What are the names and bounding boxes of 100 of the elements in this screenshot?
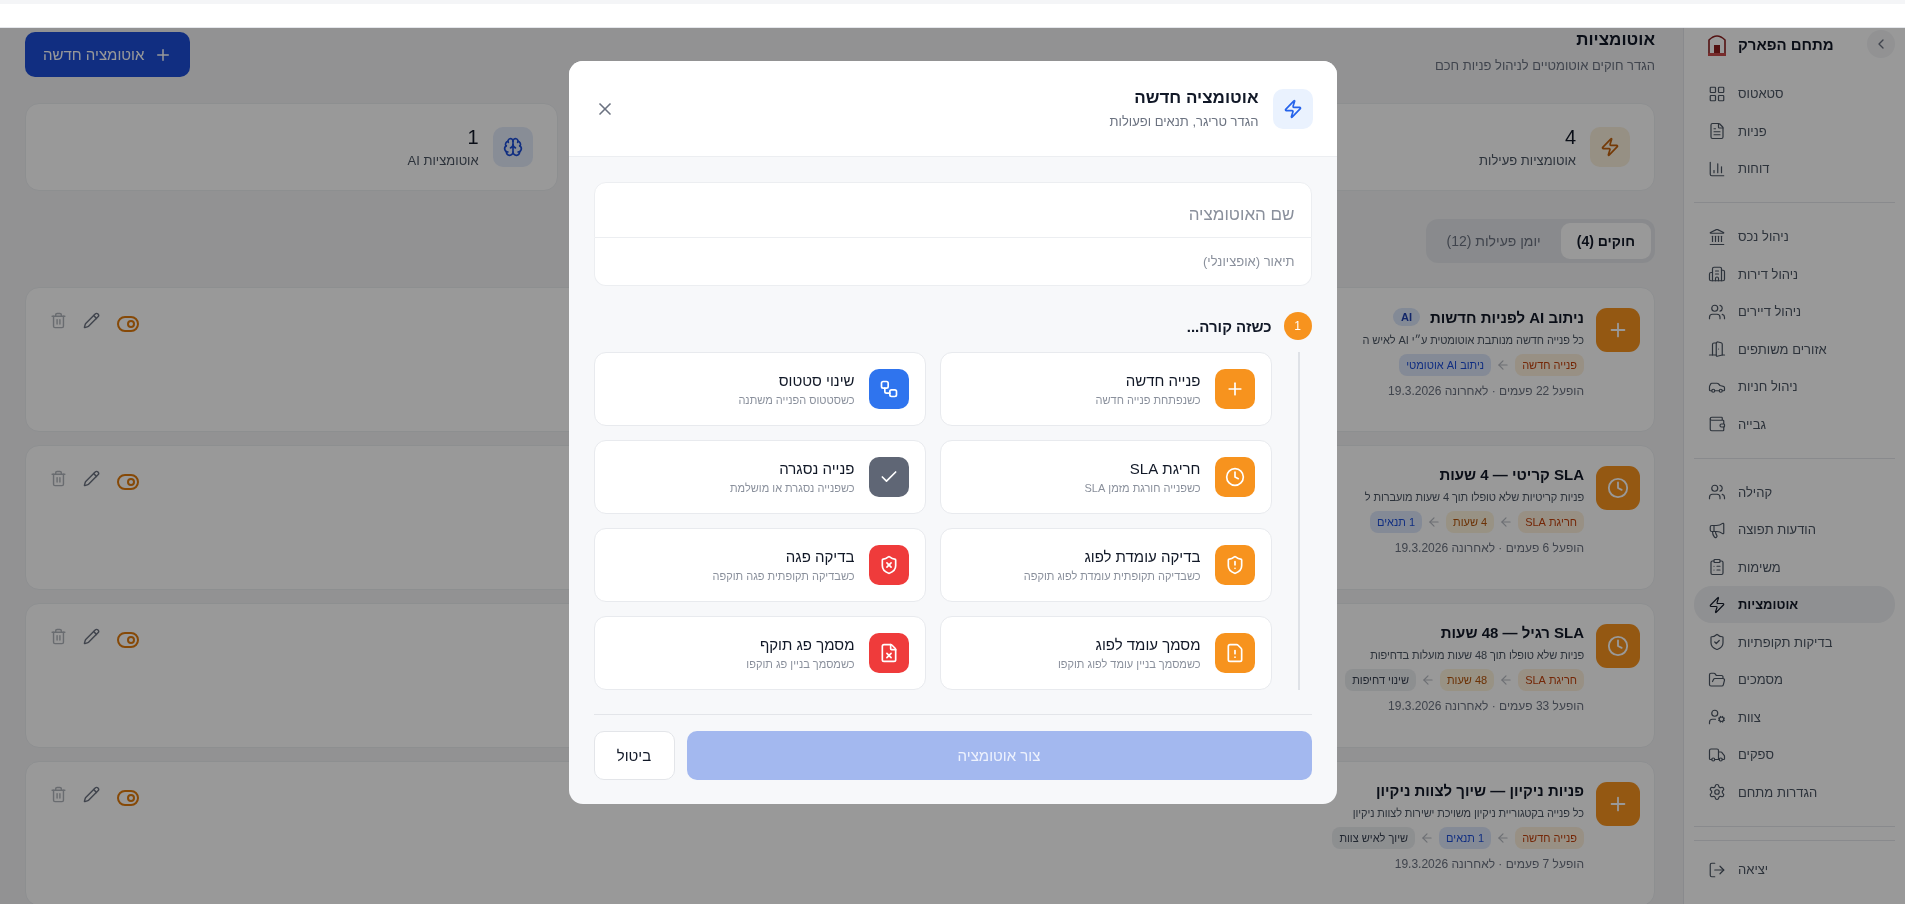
sidebar-item[interactable]: ניהול דירות (1694, 255, 1895, 293)
clock-icon (1596, 624, 1640, 668)
stat-label: אוטומציות AI (407, 153, 479, 168)
sidebar-item[interactable]: בדיקות תקופתיות (1694, 623, 1895, 661)
trigger-option[interactable]: חריגת SLA כשפנייה חורגת מזמן SLA (939, 440, 1272, 514)
truck-icon (1708, 745, 1726, 764)
description-input-field[interactable]: תיאור (אופציונלי) (593, 238, 1312, 286)
sidebar-item[interactable]: הגדרות מתחם (1694, 773, 1895, 811)
rule-description: פניות קריטיות שלא טופלו תוך 4 שעות מועברות ל (1364, 491, 1584, 503)
trigger-description: כשפנייה חורגת מזמן SLA (1084, 482, 1201, 494)
dialog-title: אוטומציה חדשה (1133, 88, 1259, 108)
lightning-icon (1272, 88, 1313, 129)
users-icon (1708, 302, 1726, 321)
edit-button[interactable] (81, 784, 102, 805)
rule-description: כל פנייה בקטגוריית ניקיון משויכת ישירות לצוות ניקיון (1352, 807, 1584, 819)
trigger-option[interactable]: פנייה נסגרה כשפנייה נסגרת או מושלמת (593, 440, 926, 514)
settings-icon (1708, 783, 1726, 801)
tab[interactable]: חוקים (4) (1560, 223, 1651, 259)
trigger-description: כשמסמך בניין עומד לפוג תוקפו (1057, 658, 1201, 670)
folder-icon (1708, 670, 1726, 689)
stat-value: 1 (466, 126, 479, 149)
cancel-button[interactable]: ביטול (593, 731, 675, 780)
trigger-title: פנייה נסגרה (778, 460, 855, 477)
rule-chip: 1 תנאים (1439, 827, 1492, 849)
name-input-field[interactable]: שם האוטומציה (593, 182, 1312, 238)
sidebar-item[interactable]: דוחות (1694, 150, 1895, 187)
rule-chip: 48 שעות (1439, 669, 1495, 691)
step-label: כשזה קורה... (1186, 317, 1272, 335)
trigger-option[interactable]: פנייה חדשה כשנפתחת פנייה חדשה (939, 352, 1272, 426)
plus-icon (1596, 308, 1640, 352)
brain-icon (492, 127, 533, 167)
trigger-description: כשנפתחת פנייה חדשה (1095, 394, 1201, 406)
trigger-option[interactable]: בדיקה פגה כשבדיקה תקופתית פגה תוקפה (593, 528, 926, 602)
sidebar-item[interactable]: פניות (1694, 112, 1895, 150)
rule-description: פניות שלא טופלו תוך 48 שעות מועלות בדחיפות (1370, 649, 1584, 661)
edit-button[interactable] (81, 468, 102, 489)
sidebar-item[interactable]: קהילה (1694, 473, 1895, 511)
sidebar-item[interactable]: הודעות תפוצה (1694, 511, 1895, 548)
building-icon (1708, 265, 1726, 283)
dialog-subtitle: הגדר טריגר, תנאים ופעולות (1108, 114, 1259, 129)
grid-icon (1708, 84, 1726, 103)
step-number: 1 (1283, 312, 1312, 340)
sidebar-item[interactable]: ניהול דיירים (1694, 293, 1895, 330)
rule-description: כל פנייה חדשה מנותבת אוטומטית ע״י AI לאיש ה (1362, 334, 1584, 346)
bank-icon (1708, 227, 1726, 246)
sidebar-item[interactable]: מסמכים (1694, 661, 1895, 698)
rule-chip: פנייה חדשה (1515, 354, 1584, 376)
trigger-title: שינוי סטטוס (777, 372, 855, 389)
trigger-description: כשבדיקה תקופתית פגה תוקפה (712, 570, 855, 582)
door-icon (1708, 340, 1726, 358)
trigger-option[interactable]: בדיקה עומדת לפוג כשבדיקה תקופתית עומדת לפוג תוקפה (939, 528, 1272, 602)
trigger-description: כשסטטוס הפנייה משתנה (738, 394, 855, 406)
trigger-description: כשפנייה נסגרת או מושלמת (730, 482, 855, 494)
trigger-title: חריגת SLA (1128, 460, 1201, 477)
rule-chip: שיוך לאיש צוות (1332, 827, 1416, 849)
arrow-icon (1420, 673, 1435, 687)
rule-meta: הופעל 33 פעמים · לאחרונה 19.3.2026 (1388, 699, 1584, 713)
trigger-option[interactable]: שינוי סטטוס כשסטטוס הפנייה משתנה (593, 352, 926, 426)
trigger-title: מסמך עומד לפוג (1094, 636, 1201, 653)
trigger-title: מסמך פג תוקף (758, 636, 855, 653)
trigger-title: בדיקה פגה (784, 548, 855, 565)
document-icon (1708, 122, 1726, 140)
stat-value: 4 (1563, 126, 1576, 149)
sidebar-item[interactable]: משימות (1694, 548, 1895, 586)
bar-chart-icon (1708, 159, 1726, 178)
sidebar-item[interactable]: ניהול חניות (1694, 368, 1895, 405)
sidebar-title: מתחם הפארק (1738, 35, 1835, 53)
edit-button[interactable] (81, 310, 102, 331)
shield-check-icon (1708, 633, 1726, 651)
trigger-title: פנייה חדשה (1124, 372, 1201, 389)
edit-button[interactable] (81, 626, 102, 647)
tab[interactable]: יומן פעילות (12) (1430, 223, 1557, 259)
page-title: אוטומציות (1575, 30, 1655, 50)
sidebar-item[interactable]: אוטומציות (1694, 586, 1895, 623)
sidebar-item[interactable]: גבייה (1694, 405, 1895, 443)
clock-icon (1596, 466, 1640, 510)
sidebar-item[interactable]: צוות (1694, 698, 1895, 736)
rule-meta: הופעל 22 פעמים · לאחרונה 19.3.2026 (1388, 384, 1584, 398)
arrow-icon (1427, 515, 1442, 529)
plus-icon (1596, 782, 1640, 826)
page-subtitle: הגדר חוקים אוטומטיים לניהול פניות חכם (1434, 58, 1655, 73)
rule-title: פניות ניקיון — שיוך לצוות ניקיון (1376, 782, 1584, 799)
arrow-icon (1496, 358, 1511, 372)
sidebar-item[interactable]: אזורים משותפים (1694, 330, 1895, 368)
rule-chip: שינוי דחיפות (1345, 669, 1416, 691)
rule-title: SLA רגיל — 48 שעות (1440, 624, 1584, 641)
wallet-icon (1708, 415, 1726, 433)
rule-meta: הופעל 6 פעמים · לאחרונה 19.3.2026 (1394, 541, 1584, 555)
new-automation-button[interactable]: אוטומציה חדשה (25, 32, 191, 77)
sidebar-item[interactable]: סטאטוס (1694, 75, 1895, 112)
rule-chip: ניתוב AI אוטומטי (1399, 354, 1492, 376)
rule-title: SLA קריטי — 4 שעות (1439, 466, 1584, 483)
sidebar-item[interactable]: ספקים (1694, 736, 1895, 773)
trigger-option[interactable]: מסמך עומד לפוג כשמסמך בניין עומד לפוג תוקפו (939, 616, 1272, 690)
logout-button[interactable]: יציאה (1694, 851, 1783, 888)
sidebar-item[interactable]: ניהול נכס (1694, 218, 1895, 255)
trigger-option[interactable]: מסמך פג תוקף כשמסמך בניין פג תוקפו (593, 616, 926, 690)
trigger-description: כשבדיקה תקופתית עומדת לפוג תוקפה (1023, 570, 1201, 582)
lightning-icon (1708, 595, 1726, 614)
collapse-button[interactable] (1867, 30, 1895, 58)
